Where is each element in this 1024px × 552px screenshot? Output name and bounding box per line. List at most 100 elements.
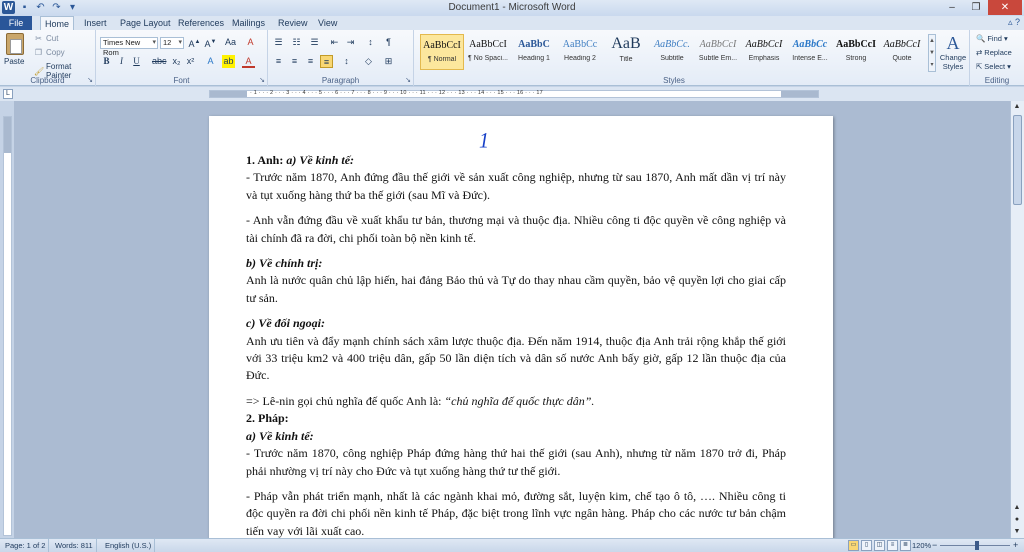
font-launcher-icon[interactable]: ↘ bbox=[259, 76, 265, 84]
zoom-out-icon[interactable]: − bbox=[932, 539, 937, 552]
align-center-icon[interactable]: ≡ bbox=[288, 55, 301, 68]
bold-icon[interactable]: B bbox=[100, 55, 113, 68]
vertical-scrollbar[interactable]: ▲ ▲ ● ▼ bbox=[1010, 101, 1024, 538]
zoom-slider-thumb[interactable] bbox=[975, 541, 979, 550]
tab-selector-icon[interactable]: L bbox=[3, 89, 13, 99]
select-button[interactable]: ⇱ Select ▾ bbox=[976, 62, 1011, 71]
heading-anh: 1. Anh: a) Về kinh tế: bbox=[246, 153, 355, 167]
find-button[interactable]: 🔍 Find ▾ bbox=[976, 34, 1008, 43]
borders-icon[interactable]: ⊞ bbox=[382, 55, 395, 68]
minimize-button[interactable]: – bbox=[940, 0, 964, 15]
underline-icon[interactable]: U bbox=[130, 55, 143, 68]
decrease-indent-icon[interactable]: ⇤ bbox=[328, 36, 341, 49]
draft-icon[interactable]: ≣ bbox=[900, 540, 911, 551]
browse-object-icon[interactable]: ● bbox=[1011, 514, 1023, 526]
highlight-icon[interactable]: ab bbox=[222, 55, 235, 68]
clipboard-launcher-icon[interactable]: ↘ bbox=[87, 76, 93, 84]
justify-icon[interactable]: ≡ bbox=[320, 55, 333, 68]
subscript-icon[interactable]: x₂ bbox=[170, 55, 183, 68]
style-subtitle[interactable]: AaBbCc. Subtitle bbox=[650, 34, 694, 70]
align-left-icon[interactable]: ≡ bbox=[272, 55, 285, 68]
style-heading-2[interactable]: AaBbCc Heading 2 bbox=[558, 34, 602, 70]
shrink-font-icon[interactable]: A▼ bbox=[204, 36, 217, 49]
style-normal[interactable]: AaBbCcI ¶ Normal bbox=[420, 34, 464, 70]
full-screen-reading-icon[interactable]: ▯ bbox=[861, 540, 872, 551]
title-bar: W ▪ ↶ ↷ ▾ Document1 - Microsoft Word – ❐… bbox=[0, 0, 1024, 16]
tab-home[interactable]: Home bbox=[40, 16, 75, 30]
vertical-ruler[interactable] bbox=[3, 116, 12, 536]
horizontal-ruler[interactable]: · 1 · · · 2 · · · 3 · · · 4 · · · 5 · · … bbox=[209, 90, 819, 98]
document-page[interactable]: 1 1. Anh: a) Về kinh tế: - Trước năm 187… bbox=[209, 116, 833, 538]
document-area[interactable]: 1 1. Anh: a) Về kinh tế: - Trước năm 187… bbox=[14, 101, 1010, 538]
style-emphasis[interactable]: AaBbCcI Emphasis bbox=[742, 34, 786, 70]
italic-icon[interactable]: I bbox=[115, 55, 128, 68]
font-color-icon[interactable]: A bbox=[242, 55, 255, 68]
paragraph-launcher-icon[interactable]: ↘ bbox=[405, 76, 411, 84]
web-layout-icon[interactable]: ◫ bbox=[874, 540, 885, 551]
prev-page-icon[interactable]: ▲ bbox=[1011, 502, 1023, 514]
window-title: Document1 - Microsoft Word bbox=[448, 2, 576, 13]
font-name-combo[interactable]: Times New Rom bbox=[100, 37, 158, 57]
zoom-level[interactable]: 120% bbox=[912, 539, 931, 552]
superscript-icon[interactable]: x² bbox=[184, 55, 197, 68]
tab-mailings[interactable]: Mailings bbox=[228, 16, 269, 30]
line-spacing-icon[interactable]: ↕ bbox=[340, 55, 353, 68]
scroll-up-icon[interactable]: ▲ bbox=[1011, 101, 1023, 113]
editing-label: Editing bbox=[984, 76, 1010, 85]
clear-formatting-icon[interactable]: A bbox=[244, 36, 257, 49]
paragraph-6: - Trước năm 1870, công nghiệp Pháp đứng … bbox=[246, 446, 786, 478]
language-status[interactable]: English (U.S.) bbox=[102, 539, 156, 552]
show-formatting-icon[interactable]: ¶ bbox=[382, 36, 395, 49]
paragraph-2: - Anh vẫn đứng đầu về xuất khẩu tư bản, … bbox=[246, 213, 786, 245]
copy-icon: ❐ bbox=[34, 48, 43, 57]
tab-view[interactable]: View bbox=[314, 16, 341, 30]
style-intense-emphasis[interactable]: AaBbCc Intense E... bbox=[788, 34, 832, 70]
paste-icon[interactable] bbox=[6, 33, 24, 55]
tab-page-layout[interactable]: Page Layout bbox=[116, 16, 175, 30]
bullets-icon[interactable]: ☰ bbox=[272, 36, 285, 49]
change-case-icon[interactable]: Aa bbox=[224, 36, 237, 49]
help-icon[interactable]: ▵ ? bbox=[1008, 17, 1020, 28]
outline-icon[interactable]: ≡ bbox=[887, 540, 898, 551]
grow-font-icon[interactable]: A▲ bbox=[188, 36, 201, 49]
numbering-icon[interactable]: ☷ bbox=[290, 36, 303, 49]
style-strong[interactable]: AaBbCcI Strong bbox=[834, 34, 878, 70]
maximize-button[interactable]: ❐ bbox=[964, 0, 988, 15]
paste-button[interactable]: Paste bbox=[4, 57, 24, 66]
multilevel-list-icon[interactable]: ☰ bbox=[308, 36, 321, 49]
style-no-spacing[interactable]: AaBbCcI ¶ No Spaci... bbox=[466, 34, 510, 70]
close-button[interactable]: ✕ bbox=[988, 0, 1022, 15]
font-size-combo[interactable]: 12 bbox=[160, 37, 184, 49]
next-page-icon[interactable]: ▼ bbox=[1011, 526, 1023, 538]
styles-gallery-scroll[interactable]: ▲ ▼ ▾ bbox=[928, 34, 936, 72]
style-quote[interactable]: AaBbCcI Quote bbox=[880, 34, 924, 70]
scroll-thumb[interactable] bbox=[1013, 115, 1022, 205]
tab-file[interactable]: File bbox=[0, 16, 32, 30]
tab-review[interactable]: Review bbox=[274, 16, 312, 30]
align-right-icon[interactable]: ≡ bbox=[304, 55, 317, 68]
font-label: Font bbox=[173, 76, 190, 85]
zoom-in-icon[interactable]: + bbox=[1013, 539, 1018, 552]
word-count[interactable]: Words: 811 bbox=[52, 539, 97, 552]
strikethrough-icon[interactable]: abc bbox=[152, 55, 167, 68]
change-styles-button[interactable]: A Change Styles bbox=[938, 33, 968, 71]
increase-indent-icon[interactable]: ⇥ bbox=[344, 36, 357, 49]
style-heading-1[interactable]: AaBbC Heading 1 bbox=[512, 34, 556, 70]
select-icon: ⇱ bbox=[976, 62, 983, 71]
replace-button[interactable]: ⇄ Replace bbox=[976, 48, 1012, 57]
style-title[interactable]: AaB Title bbox=[604, 34, 648, 70]
tab-insert[interactable]: Insert bbox=[80, 16, 111, 30]
heading-doi-ngoai: c) Về đối ngoại: bbox=[246, 316, 325, 331]
copy-button[interactable]: ❐ Copy bbox=[34, 48, 65, 57]
page-count[interactable]: Page: 1 of 2 bbox=[2, 539, 50, 552]
style-subtle-emphasis[interactable]: AaBbCcI Subtle Em... bbox=[696, 34, 740, 70]
heading-chinh-tri: b) Về chính trị: bbox=[246, 256, 323, 271]
sort-icon[interactable]: ↕ bbox=[364, 36, 377, 49]
text-effects-icon[interactable]: A bbox=[204, 55, 217, 68]
shading-icon[interactable]: ◇ bbox=[362, 55, 375, 68]
tab-references[interactable]: References bbox=[174, 16, 228, 30]
print-layout-icon[interactable]: ▭ bbox=[848, 540, 859, 551]
paragraph-3: Anh là nước quân chủ lập hiến, hai đảng … bbox=[246, 273, 786, 305]
cut-button[interactable]: ✂ Cut bbox=[34, 34, 58, 43]
document-content[interactable]: 1. Anh: a) Về kinh tế: - Trước năm 1870,… bbox=[246, 152, 786, 538]
